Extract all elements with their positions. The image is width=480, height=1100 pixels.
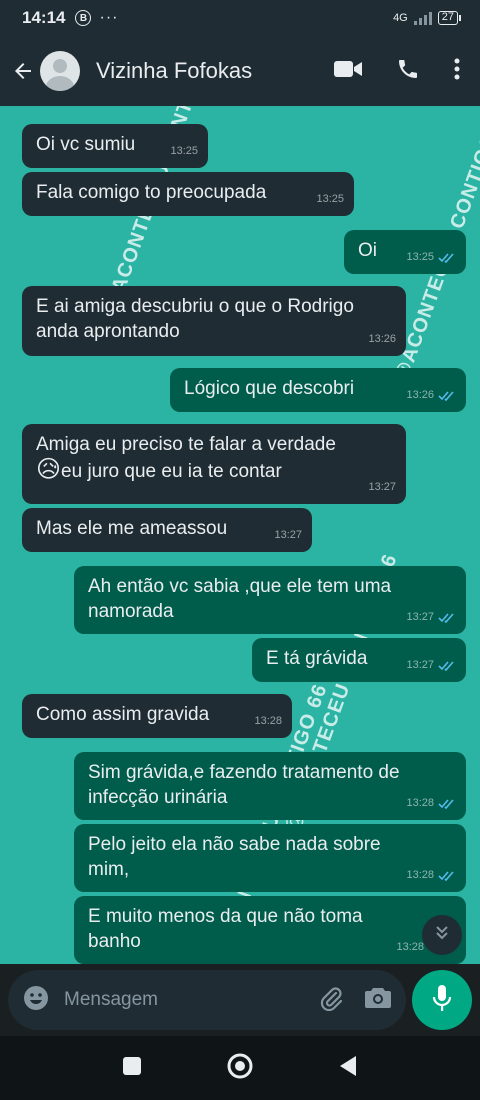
mic-icon (431, 983, 453, 1018)
message-text: Pelo jeito ela não sabe nada sobre (88, 834, 381, 855)
message-text: Amiga eu preciso te falar a verdade (36, 434, 336, 455)
attach-icon[interactable] (318, 985, 344, 1016)
more-vert-icon[interactable] (454, 58, 460, 85)
message-incoming[interactable]: Amiga eu preciso te falar a verdade 😥eu … (22, 424, 406, 504)
message-text: Oi (358, 240, 377, 261)
read-ticks-icon (438, 612, 456, 623)
message-text: Fala comigo to preocupada (36, 182, 267, 203)
message-text: Lógico que descobri (184, 378, 355, 399)
message-time: 13:26 (406, 389, 434, 401)
read-ticks-icon (438, 870, 456, 881)
message-time: 13:27 (406, 659, 434, 671)
read-ticks-icon (438, 252, 456, 263)
composer (0, 964, 480, 1036)
input-icons (318, 985, 392, 1016)
video-call-icon[interactable] (334, 59, 362, 84)
message-outgoing[interactable]: Ah então vc sabia ,que ele tem uma namor… (74, 566, 466, 634)
avatar[interactable] (40, 51, 80, 91)
message-time: 13:28 (254, 715, 282, 727)
square-nav-icon[interactable] (122, 1056, 142, 1081)
message-outgoing[interactable]: Lógico que descobri 13:26 (170, 368, 466, 412)
message-time: 13:28 (396, 941, 424, 953)
message-time: 13:26 (368, 333, 396, 345)
message-text: infecção urinária (88, 787, 228, 808)
message-time: 13:27 (274, 529, 302, 541)
crying-emoji-icon: 😥 (36, 456, 62, 483)
message-input-box (8, 970, 406, 1030)
system-nav-bar (0, 1036, 480, 1100)
message-text: E ai amiga descubriu o que o Rodrigo (36, 296, 354, 317)
message-time: 13:25 (406, 251, 434, 263)
message-incoming[interactable]: Como assim gravida 13:28 (22, 694, 292, 738)
status-time: 14:14 (22, 8, 66, 27)
message-time: 13:28 (406, 869, 434, 881)
message-text: E tá grávida (266, 648, 368, 669)
message-text: mim, (88, 859, 130, 880)
message-text: Oi vc sumiu (36, 134, 136, 155)
message-text: E muito menos da que não toma (88, 906, 363, 927)
notification-b-icon: B (75, 10, 92, 26)
message-text: Sim grávida,e fazendo tratamento de (88, 762, 400, 783)
message-outgoing[interactable]: Oi 13:25 (344, 230, 466, 274)
status-right: 4G 27 (393, 11, 462, 25)
chevron-double-down-icon (433, 924, 451, 947)
chat-area[interactable]: IG:@ACONTECEU CONTIGO 66 IG:@ACONTECEU C… (0, 106, 480, 970)
phone-icon[interactable] (396, 57, 420, 86)
read-ticks-icon (438, 798, 456, 809)
message-outgoing[interactable]: Sim grávida,e fazendo tratamento de infe… (74, 752, 466, 820)
read-ticks-icon (438, 390, 456, 401)
header-actions (334, 57, 470, 86)
message-outgoing[interactable]: Pelo jeito ela não sabe nada sobre mim, … (74, 824, 466, 892)
message-text: Mas ele me ameassou (36, 518, 228, 539)
circle-nav-icon[interactable] (226, 1052, 254, 1085)
message-time: 13:25 (316, 193, 344, 205)
message-text: eu juro que eu ia te contar (61, 461, 282, 482)
read-ticks-icon (438, 660, 456, 671)
message-time: 13:27 (406, 611, 434, 623)
message-incoming[interactable]: Mas ele me ameassou 13:27 (22, 508, 312, 552)
message-incoming[interactable]: E ai amiga descubriu o que o Rodrigo and… (22, 286, 406, 356)
status-bar: 14:14 B ··· 4G 27 (0, 0, 480, 36)
triangle-nav-icon[interactable] (338, 1055, 358, 1082)
message-time: 13:25 (170, 145, 198, 157)
message-text: anda aprontando (36, 321, 180, 342)
contact-name[interactable]: Vizinha Fofokas (96, 58, 252, 84)
message-outgoing[interactable]: E muito menos da que não toma banho 13:2… (74, 896, 466, 964)
scroll-to-bottom-button[interactable] (422, 915, 462, 955)
message-time: 13:28 (406, 797, 434, 809)
message-time: 13:27 (368, 481, 396, 493)
message-input[interactable] (64, 989, 318, 1011)
camera-icon[interactable] (364, 986, 392, 1015)
emoji-icon[interactable] (22, 984, 50, 1017)
message-text: namorada (88, 601, 174, 622)
more-notifications-icon: ··· (99, 9, 119, 26)
message-incoming[interactable]: Oi vc sumiu 13:25 (22, 124, 208, 168)
message-incoming[interactable]: Fala comigo to preocupada 13:25 (22, 172, 354, 216)
mic-button[interactable] (412, 970, 472, 1030)
message-text: Ah então vc sabia ,que ele tem uma (88, 576, 392, 597)
chat-header: Vizinha Fofokas (0, 36, 480, 106)
back-arrow-icon[interactable] (10, 58, 36, 84)
signal-icon (413, 11, 432, 25)
network-label: 4G (393, 12, 408, 24)
message-text: Como assim gravida (36, 704, 210, 725)
battery-icon: 27 (437, 11, 462, 25)
message-outgoing[interactable]: E tá grávida 13:27 (252, 638, 466, 682)
